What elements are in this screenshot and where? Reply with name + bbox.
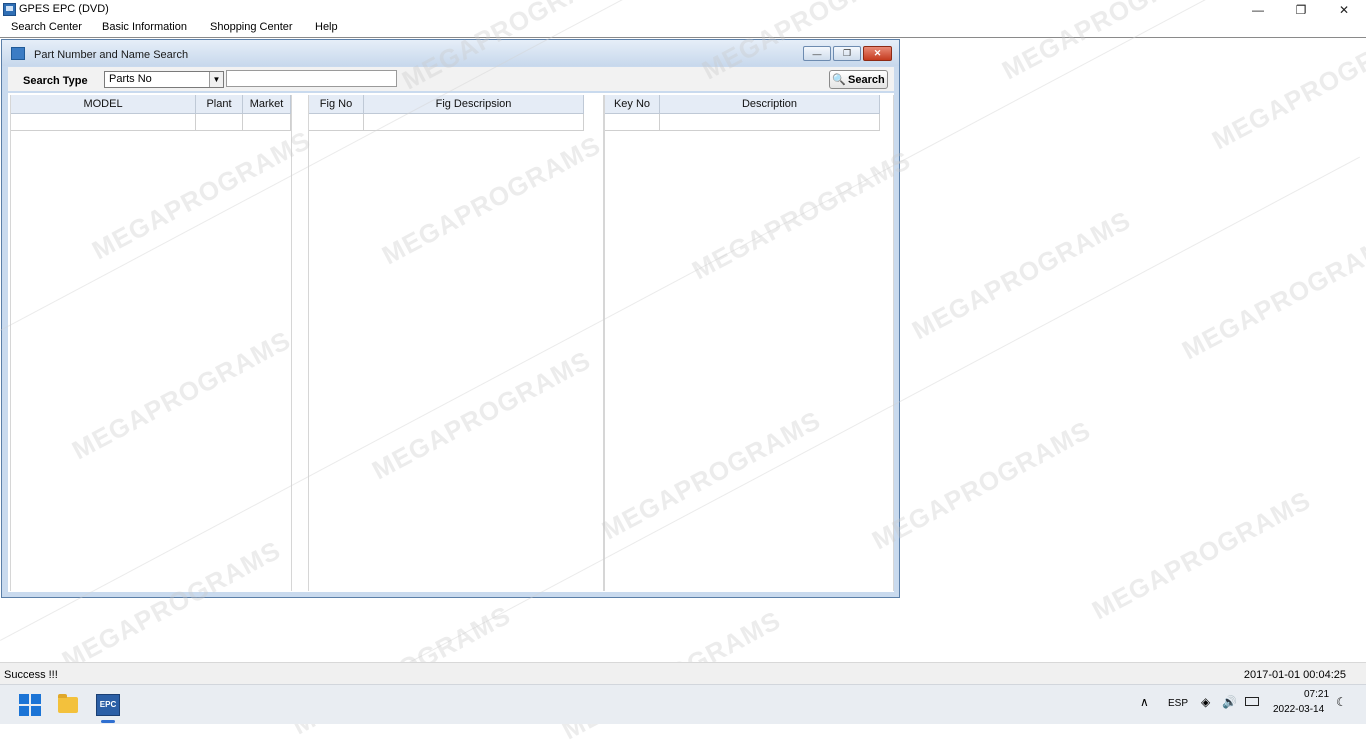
start-button[interactable] [12, 688, 48, 721]
table-row[interactable] [11, 114, 196, 131]
table-row[interactable] [605, 114, 660, 131]
watermark: MEGAPROGRAMS [906, 204, 1136, 346]
column-header-model[interactable]: MODEL [11, 95, 196, 114]
window-app-icon [11, 47, 25, 60]
column-header-plant[interactable]: Plant [196, 95, 243, 114]
table-row[interactable] [243, 114, 291, 131]
chevron-down-icon[interactable]: ▼ [209, 72, 223, 87]
title-bar: GPES EPC (DVD) — ❐ ✕ [0, 0, 1366, 19]
chevron-up-icon[interactable]: ∧ [1140, 695, 1149, 709]
child-maximize-button[interactable]: ❐ [833, 46, 861, 61]
column-header-market[interactable]: Market [243, 95, 291, 114]
search-input[interactable] [226, 70, 397, 87]
menu-search-center[interactable]: Search Center [11, 21, 82, 33]
window-title: GPES EPC (DVD) [19, 3, 109, 15]
menu-shopping-center[interactable]: Shopping Center [210, 21, 293, 33]
child-close-button[interactable]: ✕ [863, 46, 892, 61]
search-icon: 🔍 [832, 74, 846, 86]
taskbar: EPC ∧ ESP ◈ 🔊 07:21 2022-03-14 ☾ [0, 684, 1366, 724]
column-header-description[interactable]: Description [660, 95, 880, 114]
status-datetime: 2017-01-01 00:04:25 [1243, 669, 1346, 681]
close-button[interactable]: ✕ [1322, 0, 1366, 19]
column-header-key-no[interactable]: Key No [605, 95, 660, 114]
app-icon [3, 3, 16, 16]
battery-icon[interactable] [1245, 697, 1259, 706]
watermark: MEGAPROGRAMS [1086, 484, 1316, 626]
windows-start-icon [19, 693, 41, 716]
search-type-label: Search Type [23, 75, 88, 87]
epc-app-icon: EPC [96, 693, 120, 716]
language-indicator[interactable]: ESP [1168, 698, 1188, 709]
column-header-fig-description[interactable]: Fig Descripsion [364, 95, 584, 114]
child-window-title: Part Number and Name Search [34, 49, 189, 61]
menu-bar: Search Center Basic Information Shopping… [0, 19, 1366, 38]
table-row[interactable] [660, 114, 880, 131]
model-grid[interactable]: MODEL Plant Market [10, 95, 292, 591]
maximize-button[interactable]: ❐ [1279, 0, 1323, 19]
child-minimize-button[interactable]: — [803, 46, 831, 61]
clock-time[interactable]: 07:21 [1304, 689, 1329, 700]
folder-icon [58, 693, 78, 713]
search-button[interactable]: 🔍 Search [829, 70, 888, 89]
epc-taskbar-button[interactable]: EPC [90, 688, 126, 721]
menu-help[interactable]: Help [315, 21, 338, 33]
clock-date[interactable]: 2022-03-14 [1273, 704, 1324, 715]
status-message: Success !!! [4, 669, 58, 681]
search-button-label: Search [848, 73, 885, 86]
volume-icon[interactable]: 🔊 [1222, 695, 1237, 709]
file-explorer-button[interactable] [50, 688, 86, 721]
search-toolbar: Search Type Parts No ▼ 🔍 Search [8, 67, 894, 91]
table-row[interactable] [309, 114, 364, 131]
key-grid[interactable]: Key No Description [604, 95, 894, 591]
part-search-window: Part Number and Name Search — ❐ ✕ Search… [1, 39, 900, 598]
minimize-button[interactable]: — [1236, 0, 1280, 19]
results-area: MODEL Plant Market Fig No Fig Descripsio… [8, 93, 894, 592]
search-type-dropdown[interactable]: Parts No ▼ [104, 71, 224, 88]
status-bar: Success !!! 2017-01-01 00:04:25 [0, 662, 1366, 685]
table-row[interactable] [196, 114, 243, 131]
watermark: MEGAPROGRAMS [1176, 224, 1366, 366]
wifi-icon[interactable]: ◈ [1201, 695, 1210, 709]
search-type-value: Parts No [109, 73, 152, 85]
table-row[interactable] [364, 114, 584, 131]
child-title-bar: Part Number and Name Search — ❐ ✕ [2, 40, 899, 66]
focus-assist-icon[interactable]: ☾ [1336, 695, 1347, 709]
column-header-fig-no[interactable]: Fig No [309, 95, 364, 114]
fig-grid[interactable]: Fig No Fig Descripsion [308, 95, 604, 591]
menu-basic-information[interactable]: Basic Information [102, 21, 187, 33]
watermark: MEGAPROGRAMS [866, 414, 1096, 556]
